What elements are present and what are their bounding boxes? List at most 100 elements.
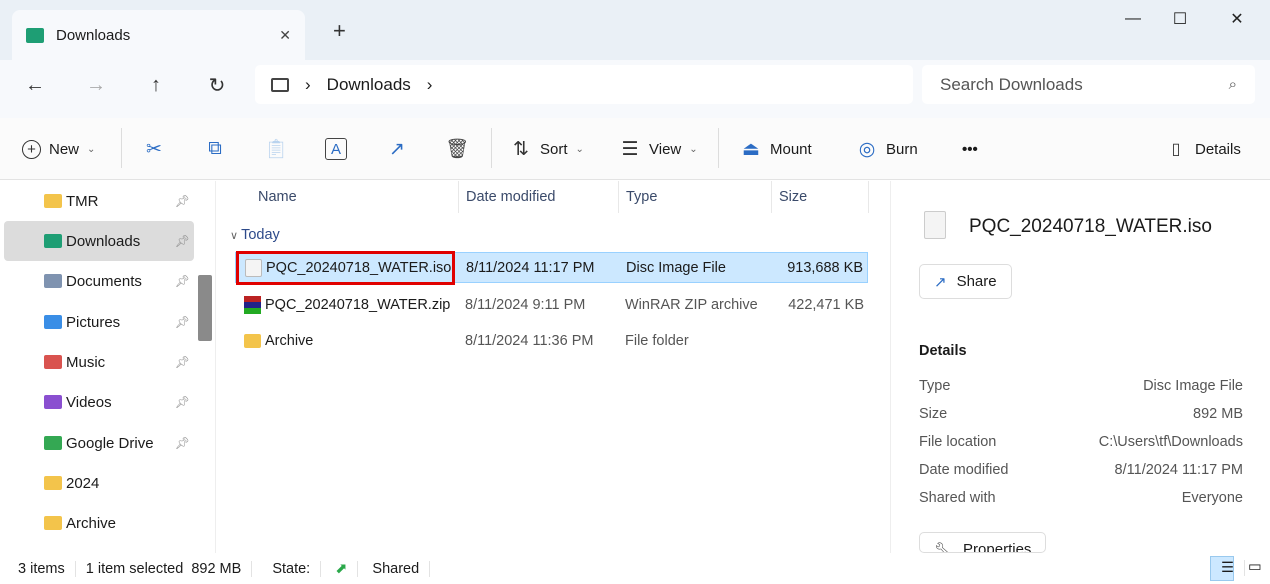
column-header-type[interactable]: Type (626, 189, 657, 205)
navigation-pane: TMR 📌︎ Downloads 📌︎ Documents 📌︎ Pictures 📌︎… (0, 181, 216, 553)
pin-icon: 📌︎ (174, 395, 190, 409)
computer-icon (271, 77, 289, 92)
file-row[interactable]: PQC_20240718_WATER.zip 8/11/2024 9:11 PM… (235, 289, 868, 320)
sidebar-scrollbar[interactable] (198, 275, 212, 341)
paste-button[interactable]: 📋︎ (264, 131, 288, 167)
group-header-today[interactable]: ∨ Today (230, 227, 280, 243)
tiles-view-toggle[interactable]: ▭ (1238, 556, 1270, 581)
prop-value: 8/11/2024 11:17 PM (1114, 462, 1243, 478)
sidebar-item-downloads[interactable]: Downloads 📌︎ (4, 221, 194, 261)
downloads-folder-icon (44, 234, 62, 248)
up-button[interactable]: ↑ (141, 72, 171, 98)
search-icon: ⌕ (1228, 76, 1237, 93)
winrar-icon (244, 295, 261, 314)
new-button[interactable]: + New ⌄ (22, 131, 95, 167)
close-window-button[interactable]: ✕ (1214, 4, 1260, 34)
column-header-name[interactable]: Name (258, 189, 297, 205)
status-bar: 3 items 1 item selected 892 MB State: ⬈ … (0, 553, 1270, 584)
minimize-button[interactable]: — (1110, 4, 1156, 34)
disc-image-icon (924, 211, 946, 239)
tab-downloads[interactable]: Downloads ✕ (12, 10, 305, 60)
divider (868, 181, 869, 213)
prop-label: File location (919, 434, 997, 450)
folder-icon (44, 516, 62, 530)
chevron-down-icon: ∨ (230, 230, 242, 242)
sidebar-item-tmr[interactable]: TMR 📌︎ (4, 181, 194, 221)
new-tab-button[interactable]: + (333, 18, 346, 44)
search-placeholder: Search Downloads (940, 74, 1083, 94)
chevron-right-icon[interactable]: › (305, 75, 311, 95)
divider (458, 181, 459, 213)
share-icon: ↗ (389, 138, 405, 160)
music-folder-icon (44, 355, 62, 369)
google-drive-icon (44, 436, 62, 450)
pin-icon: 📌︎ (174, 355, 190, 369)
disc-burn-icon: ◎ (858, 138, 876, 160)
prop-value: Disc Image File (1143, 378, 1243, 394)
divider (491, 128, 492, 168)
breadcrumb-downloads[interactable]: Downloads (327, 75, 411, 95)
pin-icon: 📌︎ (174, 436, 190, 450)
pin-icon: 📌︎ (174, 274, 190, 288)
plus-circle-icon: + (22, 139, 41, 159)
sidebar-item-pictures[interactable]: Pictures 📌︎ (4, 302, 194, 342)
copy-icon: ⧉ (208, 138, 222, 159)
list-view-icon: ☰ (621, 138, 639, 160)
divider (618, 181, 619, 213)
share-button[interactable]: ↗ Share (919, 264, 1012, 299)
sidebar-item-music[interactable]: Music 📌︎ (4, 342, 194, 382)
back-button[interactable]: ← (20, 72, 50, 98)
sort-button[interactable]: ⇅ Sort ⌄ (510, 131, 584, 167)
chevron-right-icon[interactable]: › (427, 75, 433, 95)
share-state: State: ⬈ Shared (252, 560, 440, 577)
prop-label: Shared with (919, 490, 996, 506)
file-list: Name Date modified Type Size ∨ Today PQC… (218, 181, 890, 553)
maximize-button[interactable]: ☐ (1157, 4, 1203, 34)
delete-button[interactable]: 🗑︎ (444, 131, 470, 167)
address-bar[interactable]: › Downloads › (255, 65, 913, 104)
wrench-icon: 🔧︎ (934, 542, 954, 553)
trash-icon: 🗑︎ (444, 139, 470, 160)
item-count: 3 items (0, 560, 76, 577)
view-button[interactable]: ☰ View ⌄ (619, 131, 697, 167)
refresh-button[interactable]: ↻ (202, 72, 232, 98)
sidebar-item-videos[interactable]: Videos 📌︎ (4, 382, 194, 422)
sidebar-item-google-drive[interactable]: Google Drive 📌︎ (4, 423, 194, 463)
highlight-box (236, 251, 455, 285)
pin-icon: 📌︎ (174, 234, 190, 248)
search-input[interactable]: Search Downloads ⌕ (922, 65, 1255, 104)
folder-icon (44, 194, 62, 208)
close-tab-icon[interactable]: ✕ (279, 27, 291, 44)
properties-button[interactable]: 🔧︎ Properties (919, 532, 1047, 553)
tab-title: Downloads (56, 26, 131, 44)
file-row[interactable]: Archive 8/11/2024 11:36 PM File folder (235, 325, 868, 356)
share-button[interactable]: ↗ (386, 131, 408, 167)
cut-button[interactable]: ✂ (143, 131, 165, 167)
shared-icon: ⬈ (325, 560, 359, 577)
rename-icon: A (325, 138, 347, 160)
column-header-date-modified[interactable]: Date modified (466, 189, 555, 205)
sort-icon: ⇅ (513, 138, 529, 160)
more-options-button[interactable]: ••• (962, 131, 978, 167)
sidebar-item-archive[interactable]: Archive (4, 503, 194, 543)
selection-info: 1 item selected 892 MB (76, 560, 253, 577)
burn-button[interactable]: ◎ Burn (856, 131, 918, 167)
mount-button[interactable]: ⏏ Mount (740, 131, 812, 167)
column-header-size[interactable]: Size (779, 189, 807, 205)
folder-icon (244, 333, 261, 348)
prop-label: Date modified (919, 462, 1009, 478)
sidebar-item-documents[interactable]: Documents 📌︎ (4, 261, 194, 301)
details-pane-button[interactable]: ▯ Details (1165, 131, 1241, 167)
details-heading: Details (919, 343, 967, 359)
list-view-toggle[interactable]: ☰ (1210, 556, 1245, 581)
scissors-icon: ✂ (146, 138, 162, 160)
preview-view-icon: ▭ (1238, 559, 1270, 575)
copy-button[interactable]: ⧉ (204, 131, 226, 167)
prop-value: 892 MB (1193, 406, 1243, 422)
pin-icon: 📌︎ (174, 194, 190, 208)
downloads-folder-icon (26, 27, 44, 43)
sidebar-item-2024[interactable]: 2024 (4, 463, 194, 503)
forward-button[interactable]: → (81, 72, 111, 98)
rename-button[interactable]: A (325, 131, 347, 167)
details-pane: PQC_20240718_WATER.iso ↗ Share Details Ty… (890, 181, 1270, 553)
